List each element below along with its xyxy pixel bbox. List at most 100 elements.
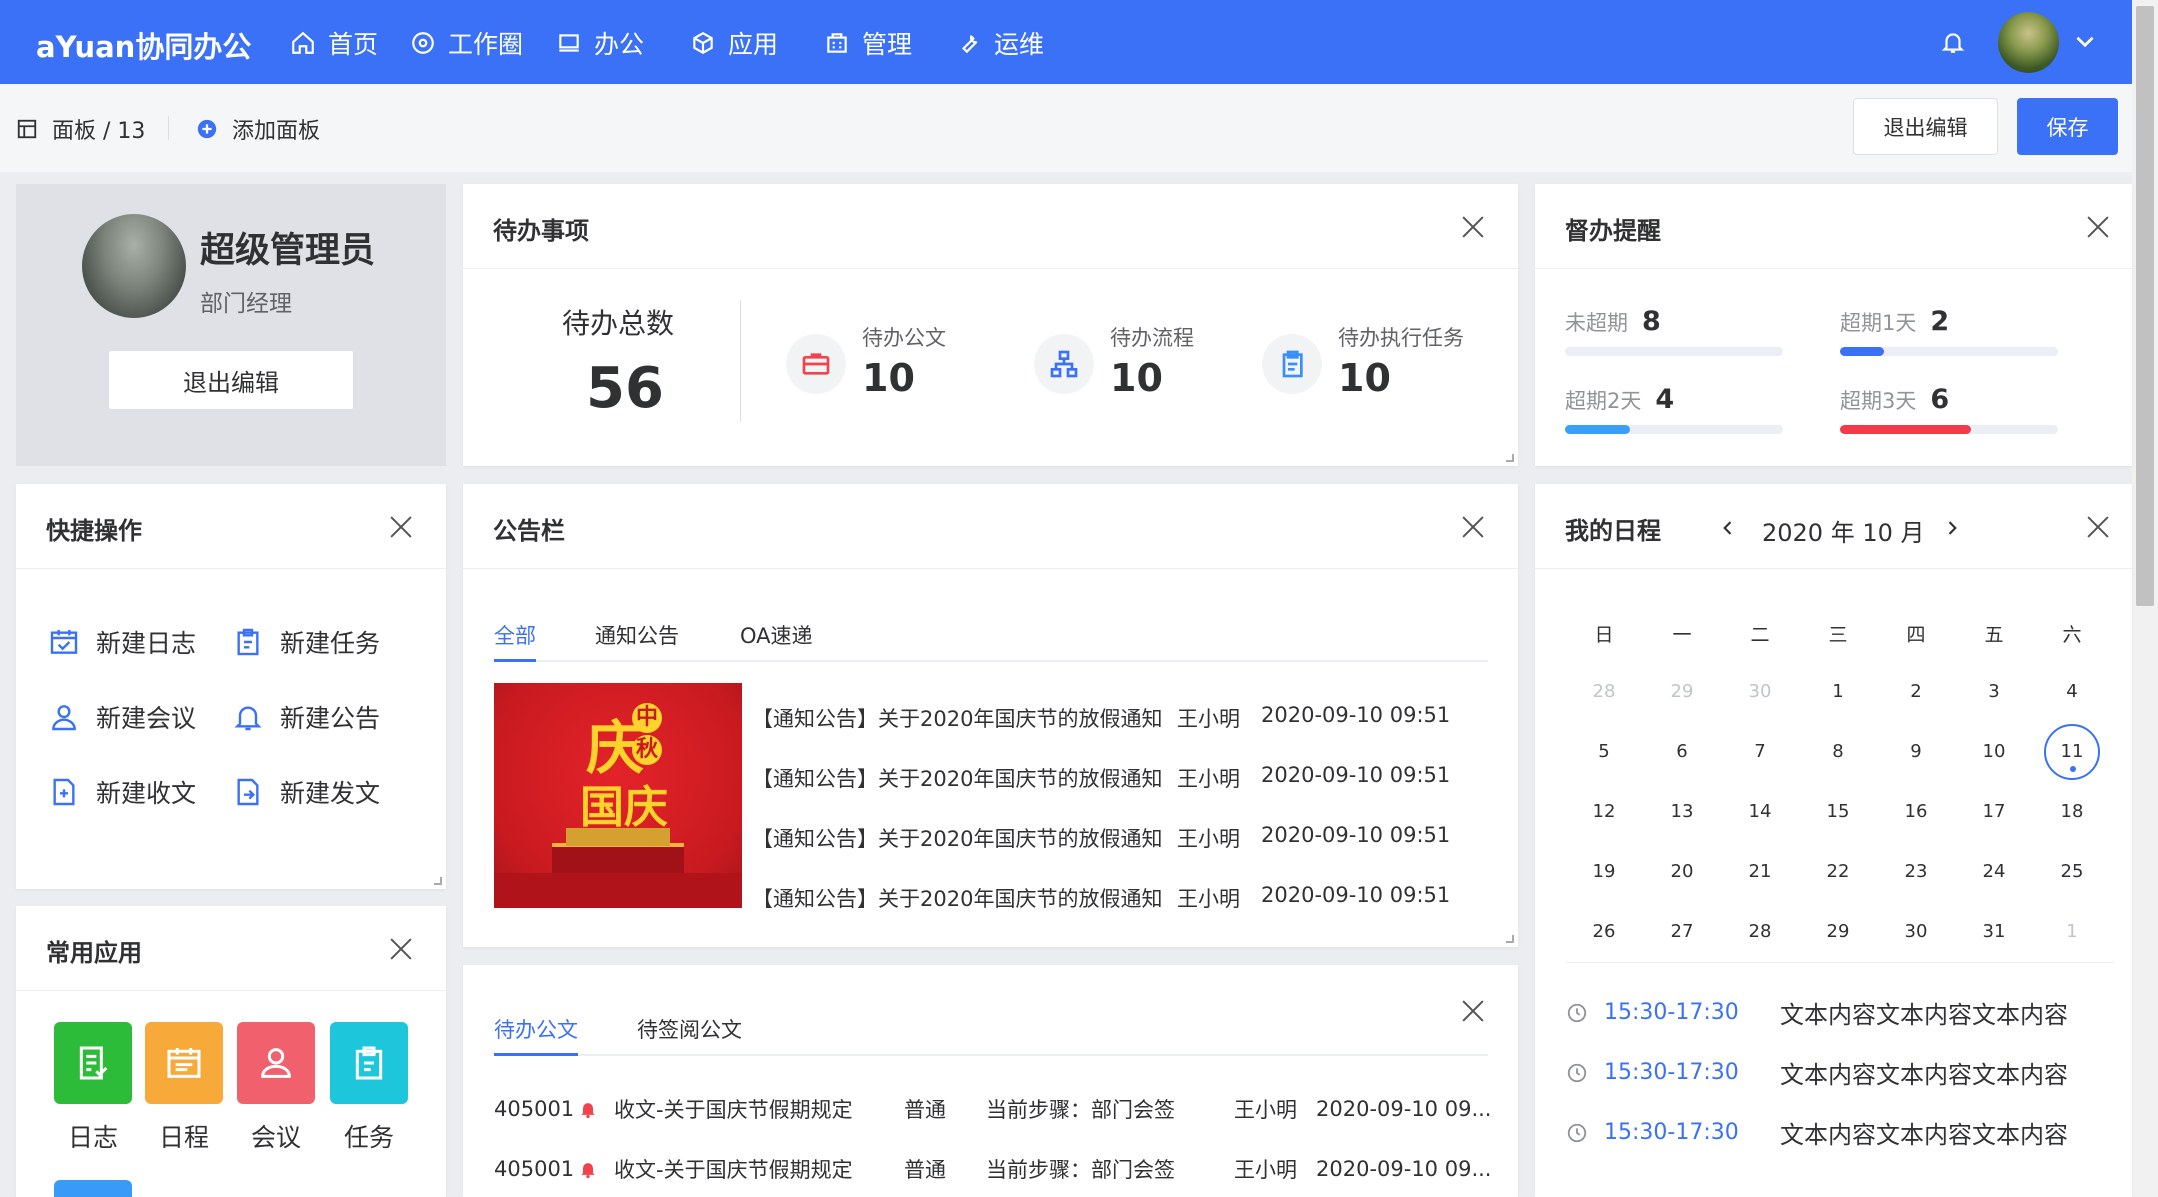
tab-all[interactable]: 全部 <box>494 620 536 650</box>
exit-edit-button[interactable]: 退出编辑 <box>1853 98 1998 155</box>
calendar-day[interactable]: 12 <box>1574 784 1634 840</box>
schedule-event[interactable]: 15:30-17:30 文本内容文本内容文本内容 <box>1566 995 2068 1030</box>
close-icon[interactable] <box>389 937 413 961</box>
notice-row[interactable]: 【通知公告】关于2020年国庆节的放假通知 王小明 2020-09-10 09:… <box>752 883 1450 913</box>
calendar-day[interactable]: 20 <box>1652 844 1712 900</box>
nav-ops[interactable]: 运维 <box>956 25 1044 61</box>
calendar-day[interactable]: 10 <box>1964 724 2024 780</box>
nav-apps[interactable]: 应用 <box>690 25 778 61</box>
save-button[interactable]: 保存 <box>2017 98 2118 155</box>
supervise-item[interactable]: 未超期 8 <box>1565 306 1661 337</box>
calendar-day[interactable]: 30 <box>1886 904 1946 960</box>
calendar-day[interactable]: 28 <box>1574 664 1634 720</box>
todo-doc-icon-wrap[interactable] <box>786 334 846 394</box>
profile-exit-edit-button[interactable]: 退出编辑 <box>108 350 354 410</box>
scrollbar-thumb[interactable] <box>2136 6 2154 606</box>
app-task[interactable]: 任务 <box>330 1022 408 1154</box>
calendar-day-today[interactable]: 11 <box>2044 724 2100 780</box>
chevron-right-icon[interactable] <box>1942 518 1962 538</box>
calendar-day[interactable]: 7 <box>1730 724 1790 780</box>
calendar-day[interactable]: 30 <box>1730 664 1790 720</box>
quick-new-log[interactable]: 新建日志 <box>48 624 196 660</box>
doc-row[interactable]: 405001 收文-关于国庆节假期规定 普通 当前步骤：部门会签 王小明 202… <box>494 1154 1491 1184</box>
chevron-down-icon[interactable] <box>2072 28 2098 54</box>
calendar-day[interactable]: 6 <box>1652 724 1712 780</box>
calendar-day[interactable]: 23 <box>1886 844 1946 900</box>
calendar-day[interactable]: 1 <box>1808 664 1868 720</box>
app-logo[interactable]: aYuan协同办公 <box>36 24 251 66</box>
calendar-day[interactable]: 22 <box>1808 844 1868 900</box>
tab-pending-docs[interactable]: 待办公文 <box>494 1014 578 1044</box>
quick-new-notice[interactable]: 新建公告 <box>232 699 380 735</box>
calendar-day[interactable]: 28 <box>1730 904 1790 960</box>
quick-new-outgoing-doc[interactable]: 新建发文 <box>232 774 380 810</box>
notice-row[interactable]: 【通知公告】关于2020年国庆节的放假通知 王小明 2020-09-10 09:… <box>752 703 1450 733</box>
schedule-event[interactable]: 15:30-17:30 文本内容文本内容文本内容 <box>1566 1115 2068 1150</box>
supervise-item[interactable]: 超期2天 4 <box>1565 384 1674 415</box>
nav-office[interactable]: 办公 <box>556 25 644 61</box>
calendar-day[interactable]: 1 <box>2042 904 2102 960</box>
supervise-item[interactable]: 超期3天 6 <box>1840 384 1949 415</box>
close-icon[interactable] <box>2086 515 2110 539</box>
calendar-day[interactable]: 29 <box>1808 904 1868 960</box>
close-icon[interactable] <box>1461 515 1485 539</box>
quick-new-incoming-doc[interactable]: 新建收文 <box>48 774 196 810</box>
calendar-day[interactable]: 5 <box>1574 724 1634 780</box>
app-calendar[interactable]: 日程 <box>145 1022 223 1154</box>
resize-handle[interactable] <box>434 877 442 885</box>
calendar-day[interactable]: 21 <box>1730 844 1790 900</box>
calendar-day[interactable]: 13 <box>1652 784 1712 840</box>
notice-row[interactable]: 【通知公告】关于2020年国庆节的放假通知 王小明 2020-09-10 09:… <box>752 823 1450 853</box>
close-icon[interactable] <box>1461 215 1485 239</box>
todo-item-value[interactable]: 10 <box>1338 356 1391 400</box>
notice-banner-image[interactable]: 庆 中 秋 国庆 <box>494 683 742 908</box>
supervise-item[interactable]: 超期1天 2 <box>1840 306 1949 337</box>
calendar-day[interactable]: 2 <box>1886 664 1946 720</box>
todo-flow-icon-wrap[interactable] <box>1034 334 1094 394</box>
calendar-day[interactable]: 19 <box>1574 844 1634 900</box>
todo-item-value[interactable]: 10 <box>862 356 915 400</box>
resize-handle[interactable] <box>1506 935 1514 943</box>
calendar-day[interactable]: 14 <box>1730 784 1790 840</box>
quick-new-task[interactable]: 新建任务 <box>232 624 380 660</box>
app-tile-partial[interactable] <box>54 1180 132 1197</box>
calendar-weekday: 五 <box>1984 624 2004 646</box>
calendar-day[interactable]: 15 <box>1808 784 1868 840</box>
add-panel-button[interactable]: 添加面板 <box>196 113 320 145</box>
schedule-event[interactable]: 15:30-17:30 文本内容文本内容文本内容 <box>1566 1055 2068 1090</box>
calendar-day[interactable]: 29 <box>1652 664 1712 720</box>
calendar-day[interactable]: 4 <box>2042 664 2102 720</box>
tab-oa-express[interactable]: OA速递 <box>740 620 813 650</box>
todo-task-icon-wrap[interactable] <box>1262 334 1322 394</box>
nav-home[interactable]: 首页 <box>290 25 378 61</box>
todo-item-label: 待办流程 <box>1110 326 1194 350</box>
close-icon[interactable] <box>1461 999 1485 1023</box>
calendar-day[interactable]: 3 <box>1964 664 2024 720</box>
quick-new-meeting[interactable]: 新建会议 <box>48 699 196 735</box>
calendar-day[interactable]: 25 <box>2042 844 2102 900</box>
todo-item-value[interactable]: 10 <box>1110 356 1163 400</box>
app-meeting[interactable]: 会议 <box>237 1022 315 1154</box>
calendar-day[interactable]: 27 <box>1652 904 1712 960</box>
user-avatar[interactable] <box>1998 12 2059 73</box>
chevron-left-icon[interactable] <box>1718 518 1738 538</box>
bell-icon[interactable] <box>1940 28 1966 56</box>
calendar-day[interactable]: 26 <box>1574 904 1634 960</box>
nav-workcircle[interactable]: 工作圈 <box>410 25 523 61</box>
calendar-day[interactable]: 18 <box>2042 784 2102 840</box>
close-icon[interactable] <box>2086 215 2110 239</box>
app-log[interactable]: 日志 <box>54 1022 132 1154</box>
tab-pending-review[interactable]: 待签阅公文 <box>637 1014 742 1044</box>
close-icon[interactable] <box>389 515 413 539</box>
tab-notice[interactable]: 通知公告 <box>595 620 679 650</box>
calendar-day[interactable]: 31 <box>1964 904 2024 960</box>
nav-manage[interactable]: 管理 <box>824 25 912 61</box>
doc-row[interactable]: 405001 收文-关于国庆节假期规定 普通 当前步骤：部门会签 王小明 202… <box>494 1094 1491 1124</box>
calendar-day[interactable]: 17 <box>1964 784 2024 840</box>
calendar-day[interactable]: 16 <box>1886 784 1946 840</box>
resize-handle[interactable] <box>1506 454 1514 462</box>
calendar-day[interactable]: 9 <box>1886 724 1946 780</box>
notice-row[interactable]: 【通知公告】关于2020年国庆节的放假通知 王小明 2020-09-10 09:… <box>752 763 1450 793</box>
calendar-day[interactable]: 24 <box>1964 844 2024 900</box>
calendar-day[interactable]: 8 <box>1808 724 1868 780</box>
